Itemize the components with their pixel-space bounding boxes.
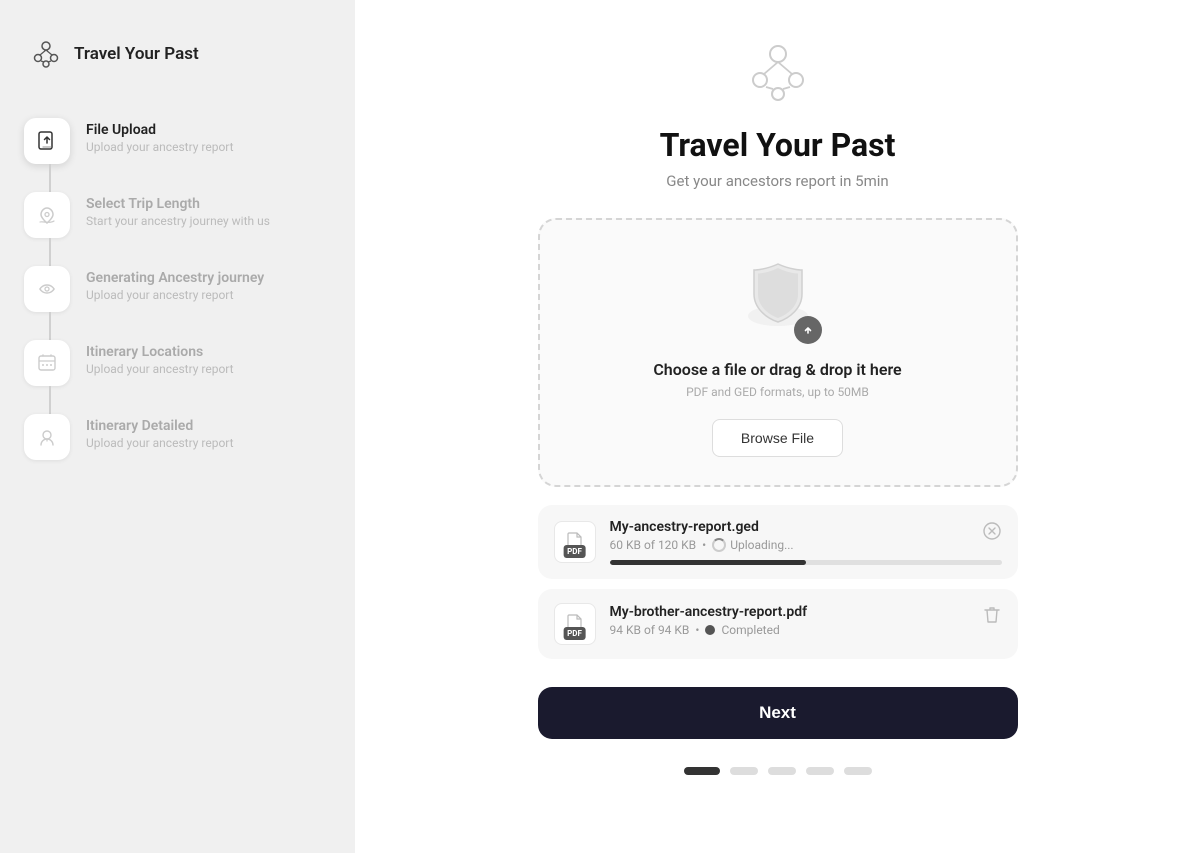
main-subtitle: Get your ancestors report in 5min (666, 172, 888, 190)
file-icon-pdf: PDF (554, 603, 596, 645)
separator-ged: • (702, 538, 706, 552)
step-title-generating: Generating Ancestry journey (86, 270, 264, 286)
step-itinerary-detailed[interactable]: Itinerary Detailed Upload your ancestry … (24, 400, 331, 474)
step-title-file-upload: File Upload (86, 122, 234, 138)
app-name: Travel Your Past (74, 44, 199, 64)
separator-pdf: • (695, 623, 699, 637)
logo-icon (28, 36, 64, 72)
step-subtitle-itinerary-detailed: Upload your ancestry report (86, 436, 234, 450)
step-text-generating: Generating Ancestry journey Upload your … (86, 266, 264, 302)
drop-title: Choose a file or drag & drop it here (653, 360, 901, 379)
dot-1[interactable] (684, 767, 720, 775)
step-title-itinerary-detailed: Itinerary Detailed (86, 418, 234, 434)
file-meta-ged: 60 KB of 120 KB • Uploading... (610, 538, 1002, 552)
spinner-icon (712, 538, 726, 552)
steps-list: File Upload Upload your ancestry report … (0, 104, 355, 474)
step-icon-itinerary-detailed (24, 414, 70, 460)
progress-fill-ged (610, 560, 806, 565)
step-icon-file-upload (24, 118, 70, 164)
file-item-completed: PDF My-brother-ancestry-report.pdf 94 KB… (538, 589, 1018, 659)
step-text-file-upload: File Upload Upload your ancestry report (86, 118, 234, 154)
file-list: PDF My-ancestry-report.ged 60 KB of 120 … (538, 505, 1018, 659)
step-subtitle-itinerary-locations: Upload your ancestry report (86, 362, 234, 376)
step-title-select-trip: Select Trip Length (86, 196, 270, 212)
step-text-itinerary-detailed: Itinerary Detailed Upload your ancestry … (86, 414, 234, 450)
step-select-trip[interactable]: Select Trip Length Start your ancestry j… (24, 178, 331, 252)
upload-badge (794, 316, 822, 344)
file-info-ged: My-ancestry-report.ged 60 KB of 120 KB •… (610, 519, 1002, 565)
step-icon-select-trip (24, 192, 70, 238)
step-text-itinerary-locations: Itinerary Locations Upload your ancestry… (86, 340, 234, 376)
step-icon-itinerary-locations (24, 340, 70, 386)
browse-file-button[interactable]: Browse File (712, 419, 843, 457)
upload-icon-wrap (738, 256, 818, 340)
drop-zone[interactable]: Choose a file or drag & drop it here PDF… (538, 218, 1018, 487)
family-tree-icon (742, 36, 814, 108)
file-info-pdf: My-brother-ancestry-report.pdf 94 KB of … (610, 604, 1002, 645)
completed-label: Completed (721, 623, 779, 637)
file-name-pdf: My-brother-ancestry-report.pdf (610, 604, 1002, 620)
drop-hint: PDF and GED formats, up to 50MB (686, 385, 869, 399)
completed-dot-icon (705, 625, 715, 635)
step-subtitle-select-trip: Start your ancestry journey with us (86, 214, 270, 228)
dot-4[interactable] (806, 767, 834, 775)
step-file-upload[interactable]: File Upload Upload your ancestry report (24, 104, 331, 178)
file-meta-pdf: 94 KB of 94 KB • Completed (610, 623, 1002, 637)
main-title: Travel Your Past (660, 126, 896, 164)
dot-5[interactable] (844, 767, 872, 775)
main-content: Travel Your Past Get your ancestors repo… (355, 0, 1200, 853)
dot-3[interactable] (768, 767, 796, 775)
progress-bar-ged (610, 560, 1002, 565)
pdf-badge-ged: PDF (563, 545, 586, 558)
file-icon-ged: PDF (554, 521, 596, 563)
step-text-select-trip: Select Trip Length Start your ancestry j… (86, 192, 270, 228)
pdf-badge-pdf: PDF (563, 627, 586, 640)
delete-file-pdf-button[interactable] (980, 603, 1004, 627)
step-generating[interactable]: Generating Ancestry journey Upload your … (24, 252, 331, 326)
sidebar: Travel Your Past File Upload Upload your… (0, 0, 355, 853)
logo-area: Travel Your Past (0, 20, 355, 104)
uploading-label: Uploading... (730, 538, 793, 552)
step-itinerary-locations[interactable]: Itinerary Locations Upload your ancestry… (24, 326, 331, 400)
step-icon-generating (24, 266, 70, 312)
pagination-dots (684, 767, 872, 775)
step-subtitle-file-upload: Upload your ancestry report (86, 140, 234, 154)
file-item-uploading: PDF My-ancestry-report.ged 60 KB of 120 … (538, 505, 1018, 579)
step-title-itinerary-locations: Itinerary Locations (86, 344, 234, 360)
remove-file-ged-button[interactable] (980, 519, 1004, 543)
file-name-ged: My-ancestry-report.ged (610, 519, 1002, 535)
dot-2[interactable] (730, 767, 758, 775)
file-size-pdf: 94 KB of 94 KB (610, 623, 690, 637)
uploading-status: Uploading... (712, 538, 793, 552)
step-subtitle-generating: Upload your ancestry report (86, 288, 264, 302)
file-size-ged: 60 KB of 120 KB (610, 538, 697, 552)
next-button[interactable]: Next (538, 687, 1018, 739)
